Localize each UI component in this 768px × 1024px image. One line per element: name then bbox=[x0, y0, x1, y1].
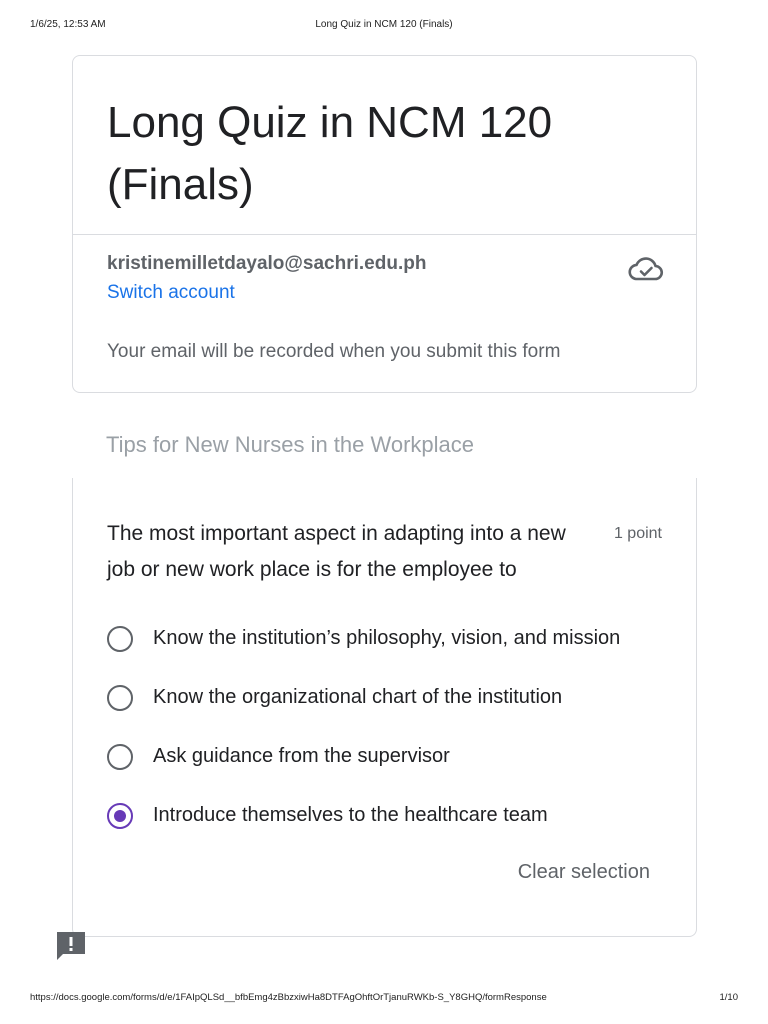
clear-selection-button[interactable]: Clear selection bbox=[518, 861, 650, 884]
radio-button[interactable] bbox=[107, 744, 133, 770]
option-label: Introduce themselves to the healthcare t… bbox=[153, 804, 548, 826]
form-header-card: Long Quiz in NCM 120 (Finals) kristinemi… bbox=[72, 55, 697, 393]
radio-button-selected[interactable] bbox=[107, 803, 133, 829]
account-email: kristinemilletdayalo@sachri.edu.ph bbox=[107, 253, 427, 274]
radio-button[interactable] bbox=[107, 626, 133, 652]
cloud-done-icon bbox=[628, 257, 664, 281]
header-divider bbox=[73, 234, 696, 235]
print-footer: https://docs.google.com/forms/d/e/1FAIpQ… bbox=[0, 992, 768, 1006]
option-label: Ask guidance from the supervisor bbox=[153, 745, 450, 767]
option-4[interactable]: Introduce themselves to the healthcare t… bbox=[107, 800, 667, 836]
question-card: The most important aspect in adapting in… bbox=[72, 478, 697, 937]
section-title: Tips for New Nurses in the Workplace bbox=[106, 432, 475, 457]
print-page-number: 1/10 bbox=[719, 992, 739, 1003]
print-url: https://docs.google.com/forms/d/e/1FAIpQ… bbox=[30, 992, 547, 1003]
email-recorded-note: Your email will be recorded when you sub… bbox=[107, 341, 561, 362]
print-header: 1/6/25, 12:53 AM Long Quiz in NCM 120 (F… bbox=[0, 19, 768, 33]
option-2[interactable]: Know the organizational chart of the ins… bbox=[107, 682, 667, 718]
question-points: 1 point bbox=[613, 525, 662, 542]
option-label: Know the organizational chart of the ins… bbox=[153, 686, 563, 708]
option-3[interactable]: Ask guidance from the supervisor bbox=[107, 741, 667, 777]
form-title: Long Quiz in NCM 120 (Finals) bbox=[107, 98, 553, 209]
switch-account-link[interactable]: Switch account bbox=[107, 282, 235, 304]
option-1[interactable]: Know the institution’s philosophy, visio… bbox=[107, 623, 667, 659]
report-feedback-icon[interactable] bbox=[55, 930, 87, 962]
question-text: The most important aspect in adapting in… bbox=[107, 522, 566, 581]
option-label: Know the institution’s philosophy, visio… bbox=[153, 627, 621, 649]
radio-button[interactable] bbox=[107, 685, 133, 711]
print-doc-title: Long Quiz in NCM 120 (Finals) bbox=[315, 19, 453, 30]
